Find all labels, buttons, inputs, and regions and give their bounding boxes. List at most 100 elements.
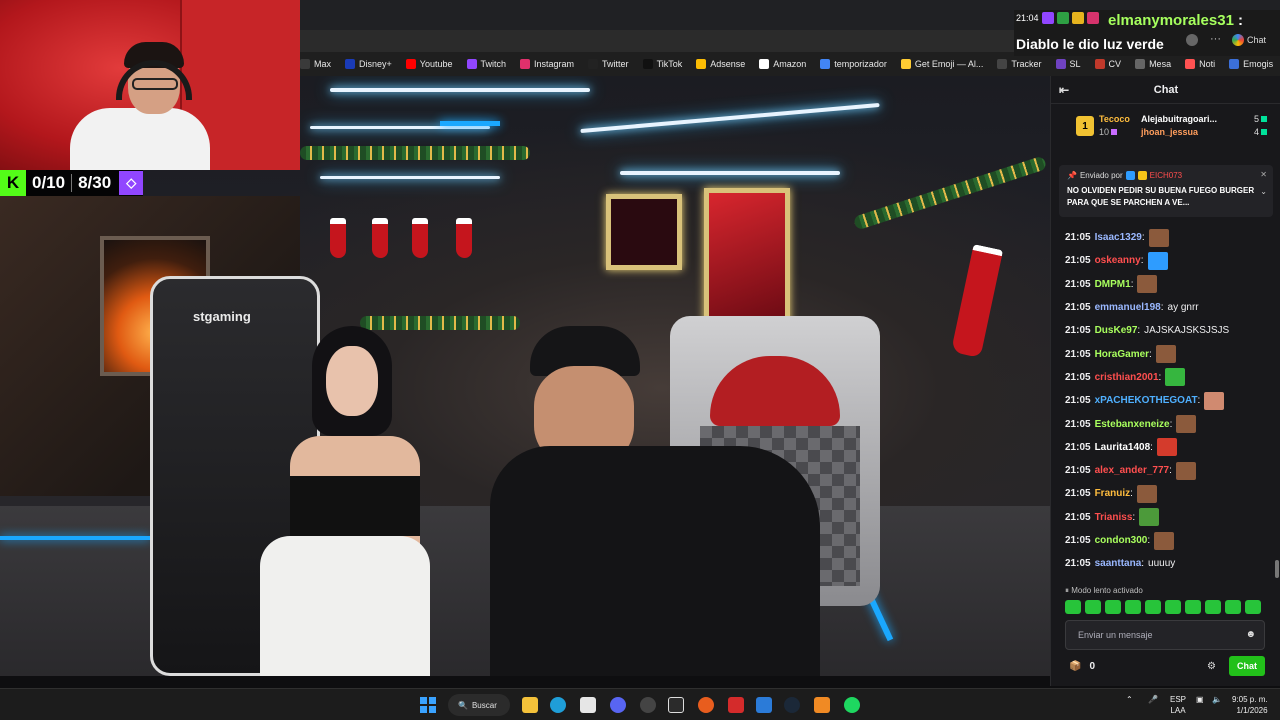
chat-message[interactable]: 21:05 alex_ander_777: [1065,459,1275,482]
message-username[interactable]: xPACHEKOTHEGOAT [1095,395,1198,406]
app-icon[interactable] [756,697,772,713]
bookmark-label: Instagram [534,59,575,69]
capcut-icon[interactable] [580,697,596,713]
bookmark-item[interactable]: Noti [1185,59,1215,69]
steam-icon[interactable] [784,697,800,713]
ceiling-neon [330,88,590,92]
epic-games-icon[interactable] [668,697,684,713]
message-username[interactable]: emmanuel198 [1095,302,1161,313]
send-chat-button[interactable]: Chat [1229,656,1265,676]
message-username[interactable]: Isaac1329 [1095,232,1142,243]
bookmark-item[interactable]: Mesa [1135,59,1171,69]
chat-message-input[interactable]: Enviar un mensaje ☻ [1065,620,1265,650]
chat-message[interactable]: 21:05 cristhian2001: [1065,366,1275,389]
more-icon[interactable]: ··· [1210,33,1221,45]
collapse-chat-icon[interactable]: ⇤ [1059,83,1069,97]
bookmark-item[interactable]: temporizador [820,59,887,69]
chat-message[interactable]: 21:05 xPACHEKOTHEGOAT: [1065,389,1275,412]
bookmark-item[interactable]: Get Emoji — Al... [900,59,983,69]
chevron-down-icon[interactable]: ⌄ [1260,187,1267,196]
chat-message[interactable]: 21:05 Franuiz: [1065,482,1275,505]
chat-message[interactable]: 21:05 emmanuel198: ay gnrr [1065,296,1275,319]
app-icon[interactable] [698,697,714,713]
chat-message[interactable]: 21:05 Laurita1408: [1065,436,1275,459]
windows-start-icon[interactable] [420,697,436,713]
message-username[interactable]: DusKe97 [1095,325,1138,336]
bookmark-item[interactable]: Twitch [466,59,506,69]
chevron-up-icon[interactable]: ⌃ [1126,695,1133,704]
chat-message[interactable]: 21:05 Estebanxeneize: [1065,412,1275,435]
message-username[interactable]: DMPM1 [1095,279,1131,290]
emote-icon[interactable] [1245,600,1261,614]
emote-icon[interactable] [1145,600,1161,614]
unpin-icon[interactable]: ✕ [1260,170,1267,179]
message-username[interactable]: oskeanny [1095,255,1141,266]
message-username[interactable]: Franuiz [1095,488,1131,499]
discord-icon[interactable] [610,697,626,713]
bookmark-item[interactable]: CV [1094,59,1121,69]
network-icon[interactable]: ▣ [1196,695,1204,704]
emote-icon[interactable] [1125,600,1141,614]
emote-icon[interactable] [1205,600,1221,614]
message-colon: : [1140,255,1144,267]
gear-icon[interactable]: ⚙ [1207,661,1216,672]
leader-top-name: Tecoco [1099,114,1130,124]
clock[interactable]: 9:05 p. m. 1/1/2026 [1232,694,1268,716]
bookmark-item[interactable]: Amazon [759,59,806,69]
emoji-picker-icon[interactable]: ☻ [1245,629,1256,640]
volume-icon[interactable]: 🔈 [1212,695,1222,704]
emote-icon [1148,228,1169,247]
emote-bar[interactable] [1065,600,1275,616]
badge-icon [1071,12,1084,24]
obs-icon[interactable] [640,697,656,713]
emote-icon[interactable] [1085,600,1101,614]
bookmark-item[interactable]: Youtube [405,59,453,69]
bookmark-item[interactable]: TikTok [642,59,682,69]
message-username[interactable]: condon300 [1095,535,1148,546]
message-username[interactable]: alex_ander_777 [1095,465,1170,476]
emote-icon[interactable] [1105,600,1121,614]
gift-leaderboard[interactable]: 1 Tecoco 10 Alejabuitragoari... jhoan_je… [1071,110,1271,148]
message-time: 21:05 [1065,348,1091,360]
emote-icon[interactable] [1185,600,1201,614]
edge-icon[interactable] [550,697,566,713]
chat-sidebar-label: Chat [1247,35,1267,45]
chat-message[interactable]: 21:05 Isaac1329: [1065,226,1275,249]
channel-points[interactable]: 📦 0 [1069,661,1095,672]
emote-icon[interactable] [1165,600,1181,614]
pinned-message[interactable]: 📌 Enviado por EICH073 NO OLVIDEN PEDIR S… [1059,165,1273,217]
bookmark-item[interactable]: Max [300,59,331,69]
chat-message[interactable]: 21:05 DMPM1: [1065,273,1275,296]
chat-message[interactable]: 21:05 oskeanny: [1065,249,1275,272]
bookmark-item[interactable]: Tracker [997,59,1042,69]
bookmark-item[interactable]: Disney+ [345,59,392,69]
message-username[interactable]: Estebanxeneize [1095,419,1170,430]
avatar[interactable] [1186,34,1198,46]
message-username[interactable]: Trianiss [1095,512,1133,523]
message-username[interactable]: Laurita1408 [1095,442,1151,453]
language-indicator[interactable]: ESP LAA [1170,694,1186,716]
bookmark-item[interactable]: Emogis [1229,59,1273,69]
bookmark-item[interactable]: Instagram [520,59,574,69]
message-username[interactable]: HoraGamer [1095,349,1149,360]
bookmark-item[interactable]: SL [1055,59,1081,69]
chat-sidebar-button[interactable]: Chat [1232,34,1266,46]
chat-scrollbar[interactable] [1275,560,1279,578]
emote-icon[interactable] [1225,600,1241,614]
message-username[interactable]: cristhian2001 [1095,372,1159,383]
bookmark-item[interactable]: Adsense [696,59,745,69]
app-icon[interactable] [728,697,744,713]
file-explorer-icon[interactable] [522,697,538,713]
chat-message[interactable]: 21:05 condon300: [1065,529,1275,552]
chat-message[interactable]: 21:05 Trianiss: [1065,506,1275,529]
spotify-icon[interactable] [844,697,860,713]
chat-message[interactable]: 21:05 HoraGamer: [1065,342,1275,365]
bookmark-item[interactable]: Twitter [588,59,629,69]
taskbar-search[interactable]: 🔍 Buscar [448,694,510,716]
microphone-icon[interactable]: 🎤 [1148,695,1158,704]
chat-message[interactable]: 21:05 saanttana: uuuuy [1065,552,1275,575]
emote-icon[interactable] [1065,600,1081,614]
message-username[interactable]: saanttana [1095,558,1142,569]
app-icon[interactable] [814,697,830,713]
chat-message[interactable]: 21:05 DusKe97: JAJSKAJSKSJSJS [1065,319,1275,342]
